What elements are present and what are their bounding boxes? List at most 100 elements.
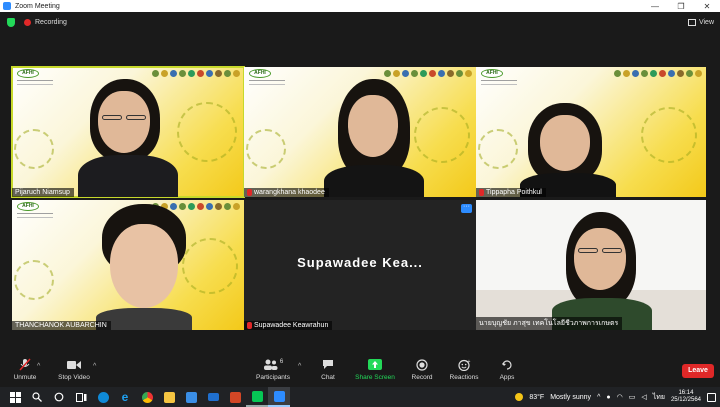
afhi-logo: AFHI [249,69,271,78]
system-tray: 83°F Mostly sunny ^ ● ◠ ▭ ◁ ไทย 16:14 25… [515,390,720,404]
slide-ring-decoration [478,129,518,169]
weather-sun-icon [515,393,524,401]
stop-video-label: Stop Video [58,374,90,381]
clock-time: 16:14 [678,390,694,396]
battery-icon[interactable]: ▭ [629,393,636,401]
mic-muted-icon [247,189,252,196]
apps-icon [501,358,513,371]
participant-name: Supawadee Keawrahun [254,322,329,329]
share-screen-label: Share Screen [355,374,395,381]
notification-center-icon[interactable] [707,392,716,402]
powerpoint-icon[interactable] [224,387,246,407]
apps-label: Apps [499,374,515,381]
mic-muted-icon [479,189,484,196]
participant-display-name: Supawadee Kea... [297,255,423,270]
close-icon[interactable]: ✕ [694,0,720,12]
slide-ring-decoration [246,129,286,169]
mail-icon[interactable] [202,387,224,407]
microsoft-store-icon[interactable] [180,387,202,407]
video-tile-5[interactable]: ··· Supawadee Kea... Supawadee Keawrahun [244,200,476,330]
participants-icon: 6 [263,358,283,371]
weather-temperature[interactable]: 83°F [529,394,544,401]
afhi-logo: AFHI [17,69,39,78]
leave-button[interactable]: Leave [682,364,714,378]
zoom-app-icon [3,2,11,10]
svg-text:+: + [467,359,470,365]
participants-label: Participants [256,374,290,381]
audio-options-caret-icon[interactable]: ^ [37,363,40,370]
slide-ring-decoration [14,129,54,169]
internet-explorer-icon[interactable]: e [114,387,136,407]
video-tile-2[interactable]: AFHI warangkhana khaodee [244,67,476,197]
participant-video [92,204,202,330]
minimize-icon[interactable]: — [642,0,668,12]
windows-taskbar: e 83°F Mostly sunny ^ ● ◠ ▭ ◁ ไทย 16:14 … [0,387,720,407]
apps-button[interactable]: Apps [479,358,535,381]
participant-name-tag: THANCHANOK AUBARCHIN [12,321,111,330]
volume-icon[interactable]: ◁ [641,393,646,401]
participants-button[interactable]: 6 Participants [245,358,301,382]
windows-start-icon[interactable] [4,387,26,407]
meeting-topbar: Recording View [0,12,720,32]
video-tile-1[interactable]: AFHI Pijaruch Niamsup [11,66,245,198]
weather-description[interactable]: Mostly sunny [550,394,591,401]
show-hidden-icons-chevron-icon[interactable]: ^ [597,394,600,401]
participant-name-tag: Tippapha Poithkul [476,188,546,197]
participant-name: Tippapha Poithkul [486,189,542,196]
slide-ring-decoration [14,260,54,300]
participant-name: THANCHANOK AUBARCHIN [15,322,107,329]
recording-label[interactable]: Recording [35,19,67,26]
task-view-icon[interactable] [70,387,92,407]
file-explorer-icon[interactable] [158,387,180,407]
chat-label: Chat [321,374,335,381]
reactions-label: Reactions [449,374,479,381]
chrome-icon[interactable] [136,387,158,407]
partner-logos [384,70,472,77]
edge-icon[interactable] [92,387,114,407]
video-tile-6[interactable]: นายบุญชัย ภาสุข เทคโนโลยีชีวภาพการเกษตร [476,200,706,330]
recording-icon [24,18,31,26]
afhi-logo: AFHI [481,69,503,78]
share-screen-icon [368,358,382,371]
chat-bubble-icon [322,358,334,371]
slide-subtitle-lines [249,80,285,85]
security-shield-icon[interactable] [7,17,15,27]
participant-name-tag: Supawadee Keawrahun [244,321,333,330]
more-options-icon[interactable]: ··· [461,203,472,213]
window-title: Zoom Meeting [15,2,60,10]
input-language[interactable]: ไทย [653,392,665,403]
record-icon [416,358,428,371]
line-app-icon[interactable] [246,387,268,407]
reactions-emoji-icon: + [457,358,471,371]
slide-subtitle-lines [17,213,53,218]
video-tile-3[interactable]: AFHI Tippapha Poithkul [476,67,706,197]
partner-logos [152,70,240,77]
mic-muted-icon [247,322,252,329]
cortana-icon[interactable] [48,387,70,407]
window-controls: — ❐ ✕ [642,0,720,12]
mic-muted-icon [19,358,31,371]
view-button[interactable]: View [687,18,714,26]
zoom-taskbar-icon[interactable] [268,387,290,407]
afhi-logo: AFHI [17,202,39,211]
system-clock[interactable]: 16:14 25/12/2564 [671,390,701,404]
slide-ring-decoration [641,107,697,163]
participants-count: 6 [279,358,284,365]
video-options-caret-icon[interactable]: ^ [93,363,96,370]
participant-name: warangkhana khaodee [254,189,325,196]
maximize-icon[interactable]: ❐ [668,0,694,12]
grid-view-icon [687,18,696,26]
slide-subtitle-lines [481,80,517,85]
partner-logos [614,70,702,77]
microphone-tray-icon[interactable]: ● [606,394,610,401]
participant-video [78,77,192,197]
participant-video [552,212,660,330]
search-icon[interactable] [26,387,48,407]
slide-subtitle-lines [17,80,53,85]
window-titlebar: Zoom Meeting — ❐ ✕ [0,0,720,12]
participant-name: Pijaruch Niamsup [15,189,70,196]
clock-date: 25/12/2564 [670,397,701,403]
view-label: View [698,18,714,26]
video-tile-4[interactable]: AFHI THANCHANOK AUBARCHIN [12,200,244,330]
wifi-icon[interactable]: ◠ [617,393,623,401]
